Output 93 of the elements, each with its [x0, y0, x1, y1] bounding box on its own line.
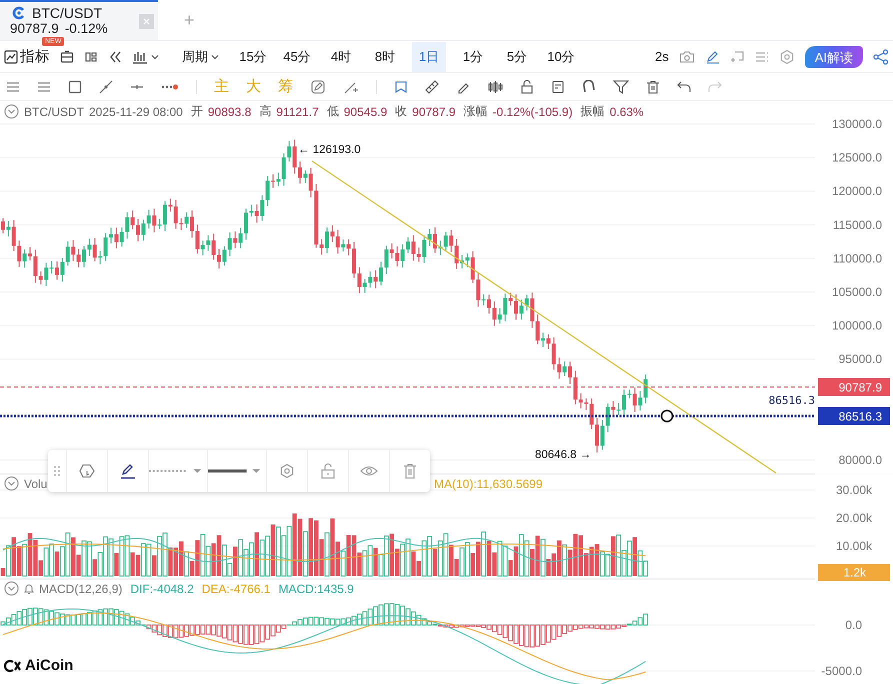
eye-icon[interactable] — [360, 464, 378, 478]
list-icon[interactable] — [754, 50, 769, 64]
info-field-label: 开 — [190, 103, 203, 120]
period-button[interactable]: 周期 — [182, 48, 208, 66]
price-axis-label: 105000.0 — [832, 285, 882, 299]
notes-icon[interactable] — [551, 80, 565, 94]
menu-icon[interactable] — [6, 80, 20, 94]
macd-axis-label: 0.0 — [845, 618, 862, 632]
shape-icon[interactable] — [78, 463, 96, 479]
interval-tab[interactable]: 5分 — [500, 42, 534, 72]
low-price-label: 80646.8 → — [535, 449, 592, 461]
price-axis-label: 110000.0 — [832, 251, 882, 266]
collapse-icon[interactable] — [4, 476, 19, 491]
price-axis-label: 115000.0 — [832, 218, 882, 232]
info-field-label: 高 — [259, 103, 272, 120]
rewind-icon[interactable] — [108, 50, 122, 64]
price-axis-label: 100000.0 — [832, 318, 882, 333]
high-price-label: ← 126193.0 — [298, 144, 361, 156]
macd-value: MACD:1435.9 — [278, 582, 354, 596]
menu-icon[interactable] — [37, 80, 51, 94]
grid-icon[interactable] — [84, 50, 98, 64]
info-field-label: 低 — [326, 103, 339, 120]
info-field-value: 90545.9 — [344, 104, 388, 118]
pencil-icon[interactable] — [119, 462, 137, 480]
drag-handle-icon[interactable] — [54, 465, 60, 477]
export-icon[interactable] — [730, 50, 745, 64]
interval-tab[interactable]: 8时 — [368, 42, 402, 72]
info-field-value: 0.63% — [610, 104, 644, 118]
flag-icon[interactable] — [394, 80, 408, 94]
trend-line-icon[interactable] — [99, 80, 113, 94]
undo-icon[interactable] — [677, 80, 691, 94]
line-price-badge: 86516.3 — [818, 407, 890, 425]
collapse-icon[interactable] — [4, 104, 19, 119]
line-price-label: 86516.3 — [768, 394, 815, 407]
trash-icon[interactable] — [646, 80, 660, 94]
camera-icon[interactable] — [678, 50, 695, 64]
interval-tab[interactable]: 15分 — [236, 42, 270, 72]
indicators-button[interactable]: 指标 — [20, 47, 50, 66]
macd-title: MACD(12,26,9) — [39, 582, 122, 596]
collapse-icon[interactable] — [4, 581, 19, 596]
tab-change: -0.12% — [64, 21, 108, 36]
volume-ma-value: MA(10):11,630.5699 — [434, 477, 543, 491]
ai-analysis-button[interactable]: AI解读 — [804, 46, 863, 68]
info-field-value: 91121.7 — [276, 104, 319, 118]
last-price-badge: 90787.9 — [818, 378, 890, 396]
interval-tab[interactable]: 1日 — [412, 42, 446, 72]
unlock-icon[interactable] — [520, 80, 534, 94]
volume-axis-label: 30.00k — [836, 483, 872, 497]
info-field-label: 涨幅 — [464, 103, 488, 120]
tab-price: 90787.9 — [10, 21, 59, 36]
magnet-icon[interactable] — [582, 80, 596, 94]
info-field-value: 90893.8 — [208, 104, 252, 118]
info-field-value: -0.12%(-105.9) — [492, 104, 573, 118]
ruler-icon[interactable] — [425, 80, 439, 94]
rectangle-icon[interactable] — [68, 80, 82, 94]
filter-icon[interactable] — [613, 78, 629, 94]
price-axis-label: 125000.0 — [832, 150, 882, 165]
panel-icon[interactable] — [60, 50, 74, 64]
share-icon[interactable] — [873, 48, 889, 64]
dif-value: DIF:-4048.2 — [130, 582, 194, 596]
info-time: 2025-11-29 08:00 — [89, 104, 183, 118]
logo-icon — [12, 6, 26, 20]
volume-axis-label: 20.00k — [836, 511, 872, 525]
refresh-interval-button[interactable]: 2s — [654, 49, 669, 64]
info-field-label: 振幅 — [580, 103, 605, 120]
price-axis-label: 95000.0 — [838, 352, 882, 366]
candles-icon[interactable] — [487, 80, 503, 94]
edit-icon[interactable] — [310, 78, 326, 94]
info-field-value: 90787.9 — [412, 104, 456, 118]
horizontal-line[interactable] — [0, 414, 815, 418]
pencil-icon[interactable] — [704, 50, 721, 64]
settings-icon[interactable] — [279, 463, 295, 479]
info-field-label: 收 — [395, 103, 408, 120]
logo-icon — [4, 658, 22, 672]
logo-text: AiCoin — [25, 657, 74, 674]
volume-axis-label: 10.00k — [836, 539, 872, 553]
price-axis-label: 120000.0 — [832, 184, 882, 198]
interval-tab[interactable]: 10分 — [544, 42, 578, 72]
interval-tab[interactable]: 1分 — [456, 42, 490, 72]
price-axis-label: 130000.0 — [832, 117, 882, 131]
bell-icon[interactable] — [23, 582, 35, 594]
interval-tab[interactable]: 45分 — [280, 42, 314, 72]
dea-value: DEA:-4766.1 — [202, 582, 270, 596]
bar-chart-icon[interactable] — [132, 50, 148, 64]
line-chart-icon[interactable] — [4, 50, 18, 64]
line-handle[interactable] — [660, 410, 674, 422]
macd-axis-label: -5000.0 — [821, 664, 862, 678]
info-symbol: BTC/USDT — [24, 104, 84, 118]
volume-title: Volu — [24, 476, 48, 490]
price-axis-label: 80000.0 — [838, 453, 882, 467]
interval-tab[interactable]: 4时 — [324, 42, 358, 72]
volume-badge: 1.2k — [818, 564, 890, 581]
symbol-name: BTC/USDT — [32, 5, 102, 21]
